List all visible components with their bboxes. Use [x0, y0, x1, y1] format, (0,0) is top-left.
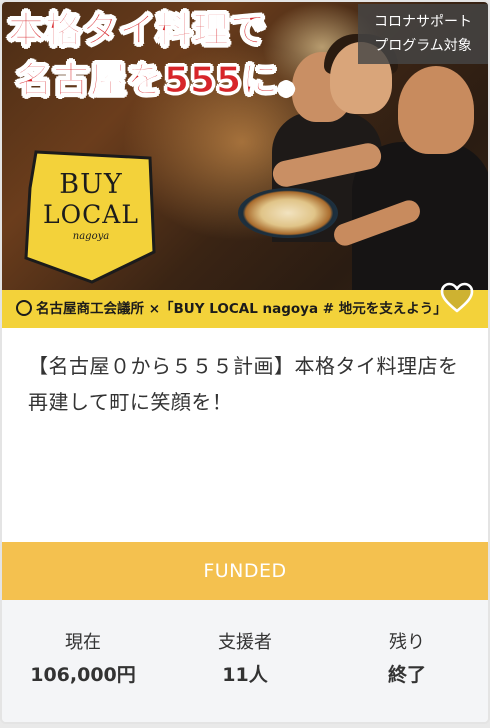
- badge-line1: コロナサポート: [374, 14, 472, 30]
- project-card[interactable]: 本格タイ料理で 名古屋を555に。 コロナサポート プログラム対象 BUY LO…: [0, 0, 490, 724]
- chamber-emblem-icon: [16, 300, 32, 316]
- stat-label: 現在: [65, 632, 101, 653]
- sponsor-strip: 名古屋商工会議所 ×「BUY LOCAL nagoya # 地元を支えよう」: [2, 290, 488, 328]
- buy-local-logo-text: BUY LOCAL nagoya: [38, 170, 144, 244]
- stat-value: 11人: [222, 664, 268, 686]
- sponsor-strip-text: 名古屋商工会議所 ×「BUY LOCAL nagoya # 地元を支えよう」: [36, 301, 447, 317]
- funded-status-bar: FUNDED: [2, 542, 488, 600]
- stat-label: 支援者: [218, 632, 272, 653]
- stat-value: 106,000円: [30, 664, 136, 686]
- logo-line2: LOCAL: [43, 200, 139, 229]
- person-head: [398, 66, 474, 154]
- stat-current-amount: 現在 106,000円: [2, 600, 164, 722]
- stat-value: 終了: [387, 664, 426, 686]
- stat-label: 残り: [389, 632, 425, 653]
- logo-line1: BUY: [59, 169, 123, 200]
- logo-line3: nagoya: [72, 231, 110, 242]
- stat-remaining: 残り 終了: [326, 600, 488, 722]
- image-headline-line1: 本格タイ料理で: [7, 9, 268, 51]
- project-stats: 現在 106,000円 支援者 11人 残り 終了: [2, 600, 488, 722]
- corona-support-badge: コロナサポート プログラム対象: [358, 4, 488, 64]
- image-headline-line2: 名古屋を555に。: [15, 59, 317, 101]
- stat-supporters: 支援者 11人: [164, 600, 326, 722]
- badge-line2: プログラム対象: [374, 38, 472, 54]
- image-headline: 本格タイ料理で 名古屋を555に。: [7, 6, 348, 106]
- project-image[interactable]: 本格タイ料理で 名古屋を555に。 コロナサポート プログラム対象 BUY LO…: [2, 2, 488, 328]
- food-plate: [238, 188, 338, 238]
- project-title[interactable]: 【名古屋０から５５５計画】本格タイ料理店を再建して町に笑顔を！: [28, 348, 468, 420]
- heart-icon[interactable]: [440, 282, 474, 314]
